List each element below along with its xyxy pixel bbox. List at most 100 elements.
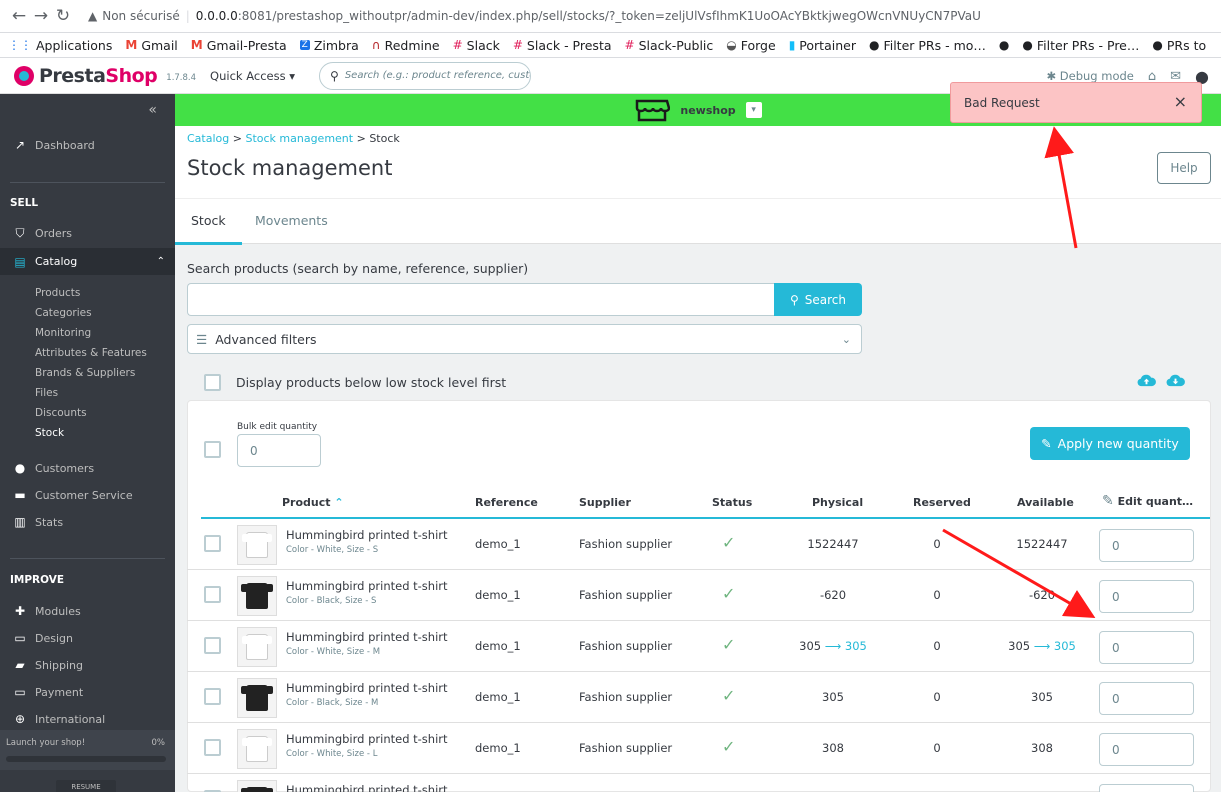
product-name[interactable]: Hummingbird printed t-shirt bbox=[286, 579, 448, 593]
bulk-select-checkbox[interactable] bbox=[204, 441, 221, 458]
truck-icon: ▰ bbox=[15, 658, 25, 672]
prestashop-logo[interactable]: PrestaShop 1.7.8.4 bbox=[14, 65, 196, 87]
header-search-input[interactable]: ⚲ Search (e.g.: product reference, custo… bbox=[319, 61, 532, 90]
sidebar-subitem-categories[interactable]: Categories bbox=[35, 307, 92, 319]
table-row: Hummingbird printed t-shirt Color - Blac… bbox=[187, 570, 1211, 621]
bookmark-portainer[interactable]: ▮ Portainer bbox=[789, 38, 856, 53]
advanced-filters-label: Advanced filters bbox=[215, 331, 317, 347]
table-row: Hummingbird printed t-shirt Color - Whit… bbox=[187, 723, 1211, 774]
resume-button[interactable]: RESUME bbox=[56, 780, 116, 792]
sidebar-item-dashboard[interactable]: ↗ Dashboard bbox=[0, 138, 175, 152]
product-name[interactable]: Hummingbird printed t-shirt bbox=[286, 630, 448, 644]
low-stock-label: Display products below low stock level f… bbox=[236, 375, 507, 390]
sidebar-item-label: Orders bbox=[35, 227, 72, 240]
edit-quantity-input[interactable]: 0 bbox=[1099, 529, 1194, 562]
back-icon[interactable]: ← bbox=[8, 6, 30, 26]
sidebar-item-stats[interactable]: ▥ Stats bbox=[0, 515, 175, 529]
bulk-edit-quantity-input[interactable]: 0 bbox=[237, 434, 321, 467]
bookmark-prs-to[interactable]: ● PRs to bbox=[1152, 38, 1206, 53]
product-name[interactable]: Hummingbird printed t-shirt bbox=[286, 681, 448, 695]
tshirt-image bbox=[241, 685, 273, 711]
low-stock-checkbox[interactable] bbox=[204, 374, 221, 391]
sidebar-item-shipping[interactable]: ▰ Shipping bbox=[0, 658, 175, 672]
tshirt-image bbox=[241, 583, 273, 609]
product-reference: demo_1 bbox=[475, 639, 521, 653]
bookmark-redmine[interactable]: ∩ Redmine bbox=[372, 38, 440, 53]
sidebar-subitem-products[interactable]: Products bbox=[35, 287, 80, 299]
sidebar-subitem-monitoring[interactable]: Monitoring bbox=[35, 327, 91, 339]
sidebar-item-customer-service[interactable]: ▬ Customer Service bbox=[0, 488, 175, 502]
edit-quantity-input[interactable] bbox=[1099, 784, 1194, 792]
address-bar[interactable]: ▲ Non sécurisé | 0.0.0.0 :8081/prestasho… bbox=[88, 9, 981, 23]
column-header-product[interactable]: Product ⌃ bbox=[282, 496, 344, 509]
forward-icon[interactable]: → bbox=[30, 6, 52, 26]
cloud-download-icon[interactable] bbox=[1166, 373, 1185, 388]
quick-access-dropdown[interactable]: Quick Access ▾ bbox=[210, 69, 295, 83]
sidebar-item-design[interactable]: ▭ Design bbox=[0, 631, 175, 645]
row-checkbox[interactable] bbox=[204, 637, 221, 654]
pencil-icon: ✎ bbox=[1102, 493, 1114, 509]
row-checkbox[interactable] bbox=[204, 739, 221, 756]
sidebar-item-orders[interactable]: ⛉ Orders bbox=[0, 226, 175, 241]
basket-icon: ⛉ bbox=[15, 226, 25, 240]
shop-dropdown-icon[interactable]: ▾ bbox=[745, 102, 762, 118]
sidebar-item-label: Shipping bbox=[35, 658, 83, 672]
sidebar-subitem-stock[interactable]: Stock bbox=[35, 427, 64, 439]
bookmark-slack[interactable]: # Slack bbox=[453, 38, 500, 53]
row-checkbox[interactable] bbox=[204, 586, 221, 603]
chat-icon: ▬ bbox=[14, 488, 26, 502]
advanced-filters-toggle[interactable]: ☰ Advanced filters ⌄ bbox=[187, 324, 862, 354]
sidebar-item-payment[interactable]: ▭ Payment bbox=[0, 685, 175, 699]
tab-movements[interactable]: Movements bbox=[239, 199, 344, 245]
close-icon[interactable]: × bbox=[1174, 92, 1187, 111]
breadcrumb-stock-management[interactable]: Stock management bbox=[245, 132, 353, 145]
sidebar-item-customers[interactable]: ● Customers bbox=[0, 461, 175, 475]
sidebar-item-label: Customers bbox=[35, 461, 95, 475]
edit-quantity-input[interactable]: 0 bbox=[1099, 580, 1194, 613]
edit-quantity-input[interactable]: 0 bbox=[1099, 733, 1194, 766]
product-name[interactable]: Hummingbird printed t-shirt bbox=[286, 783, 448, 792]
available-quantity: 305 bbox=[1031, 690, 1053, 704]
filter-list-icon: ☰ bbox=[196, 331, 208, 347]
launch-shop-label: Launch your shop! bbox=[6, 738, 86, 748]
bookmark-forge[interactable]: ◒ Forge bbox=[726, 38, 775, 53]
bookmark-slack-public[interactable]: # Slack-Public bbox=[625, 38, 714, 53]
row-checkbox[interactable] bbox=[204, 535, 221, 552]
sidebar-item-catalog[interactable]: ▤ Catalog ⌃ bbox=[0, 248, 175, 275]
bookmark-slack-presta[interactable]: # Slack - Presta bbox=[513, 38, 612, 53]
bookmark-filter-prs-mo[interactable]: ● Filter PRs - mo… bbox=[869, 38, 986, 53]
row-checkbox[interactable] bbox=[204, 688, 221, 705]
reload-icon[interactable]: ↻ bbox=[52, 6, 74, 26]
product-name[interactable]: Hummingbird printed t-shirt bbox=[286, 732, 448, 746]
sidebar-item-label: International bbox=[35, 712, 106, 726]
bookmark-filter-prs-pre[interactable]: ● Filter PRs - Pre… bbox=[1022, 38, 1139, 53]
product-search-input[interactable] bbox=[187, 283, 775, 316]
breadcrumb-catalog[interactable]: Catalog bbox=[187, 132, 229, 145]
edit-quantity-input[interactable]: 0 bbox=[1099, 631, 1194, 664]
cloud-upload-icon[interactable] bbox=[1137, 373, 1156, 388]
product-name[interactable]: Hummingbird printed t-shirt bbox=[286, 528, 448, 542]
launch-progress-bar bbox=[6, 756, 166, 762]
bookmark-gmail-presta[interactable]: M Gmail-Presta bbox=[191, 38, 287, 53]
sidebar-subitem-discounts[interactable]: Discounts bbox=[35, 407, 87, 419]
physical-quantity: 305 bbox=[822, 690, 844, 704]
bookmark-applications[interactable]: ⋮⋮ Applications bbox=[8, 38, 112, 53]
help-button[interactable]: Help bbox=[1157, 152, 1211, 184]
tshirt-image bbox=[241, 787, 273, 792]
bookmark-gmail[interactable]: M Gmail bbox=[125, 38, 177, 53]
sidebar-item-international[interactable]: ⊕ International bbox=[0, 712, 175, 726]
collapse-sidebar-icon[interactable]: « bbox=[148, 102, 157, 118]
apply-new-quantity-button[interactable]: ✎ Apply new quantity bbox=[1030, 427, 1190, 460]
bookmark-icon-only[interactable]: ● bbox=[999, 38, 1009, 52]
search-button[interactable]: ⚲ Search bbox=[774, 283, 862, 316]
sidebar-subitem-attributes[interactable]: Attributes & Features bbox=[35, 347, 147, 359]
debug-mode-link[interactable]: ✱ Debug mode bbox=[1046, 69, 1133, 83]
sidebar-item-modules[interactable]: ✚ Modules bbox=[0, 604, 175, 618]
sidebar-subitem-files[interactable]: Files bbox=[35, 387, 58, 399]
edit-quantity-input[interactable]: 0 bbox=[1099, 682, 1194, 715]
bookmark-zimbra[interactable]: Z Zimbra bbox=[299, 38, 359, 53]
sidebar-subitem-brands[interactable]: Brands & Suppliers bbox=[35, 367, 135, 379]
bug-icon: ✱ bbox=[1046, 69, 1057, 83]
tab-stock[interactable]: Stock bbox=[175, 199, 242, 245]
status-active-icon: ✓ bbox=[722, 635, 736, 654]
